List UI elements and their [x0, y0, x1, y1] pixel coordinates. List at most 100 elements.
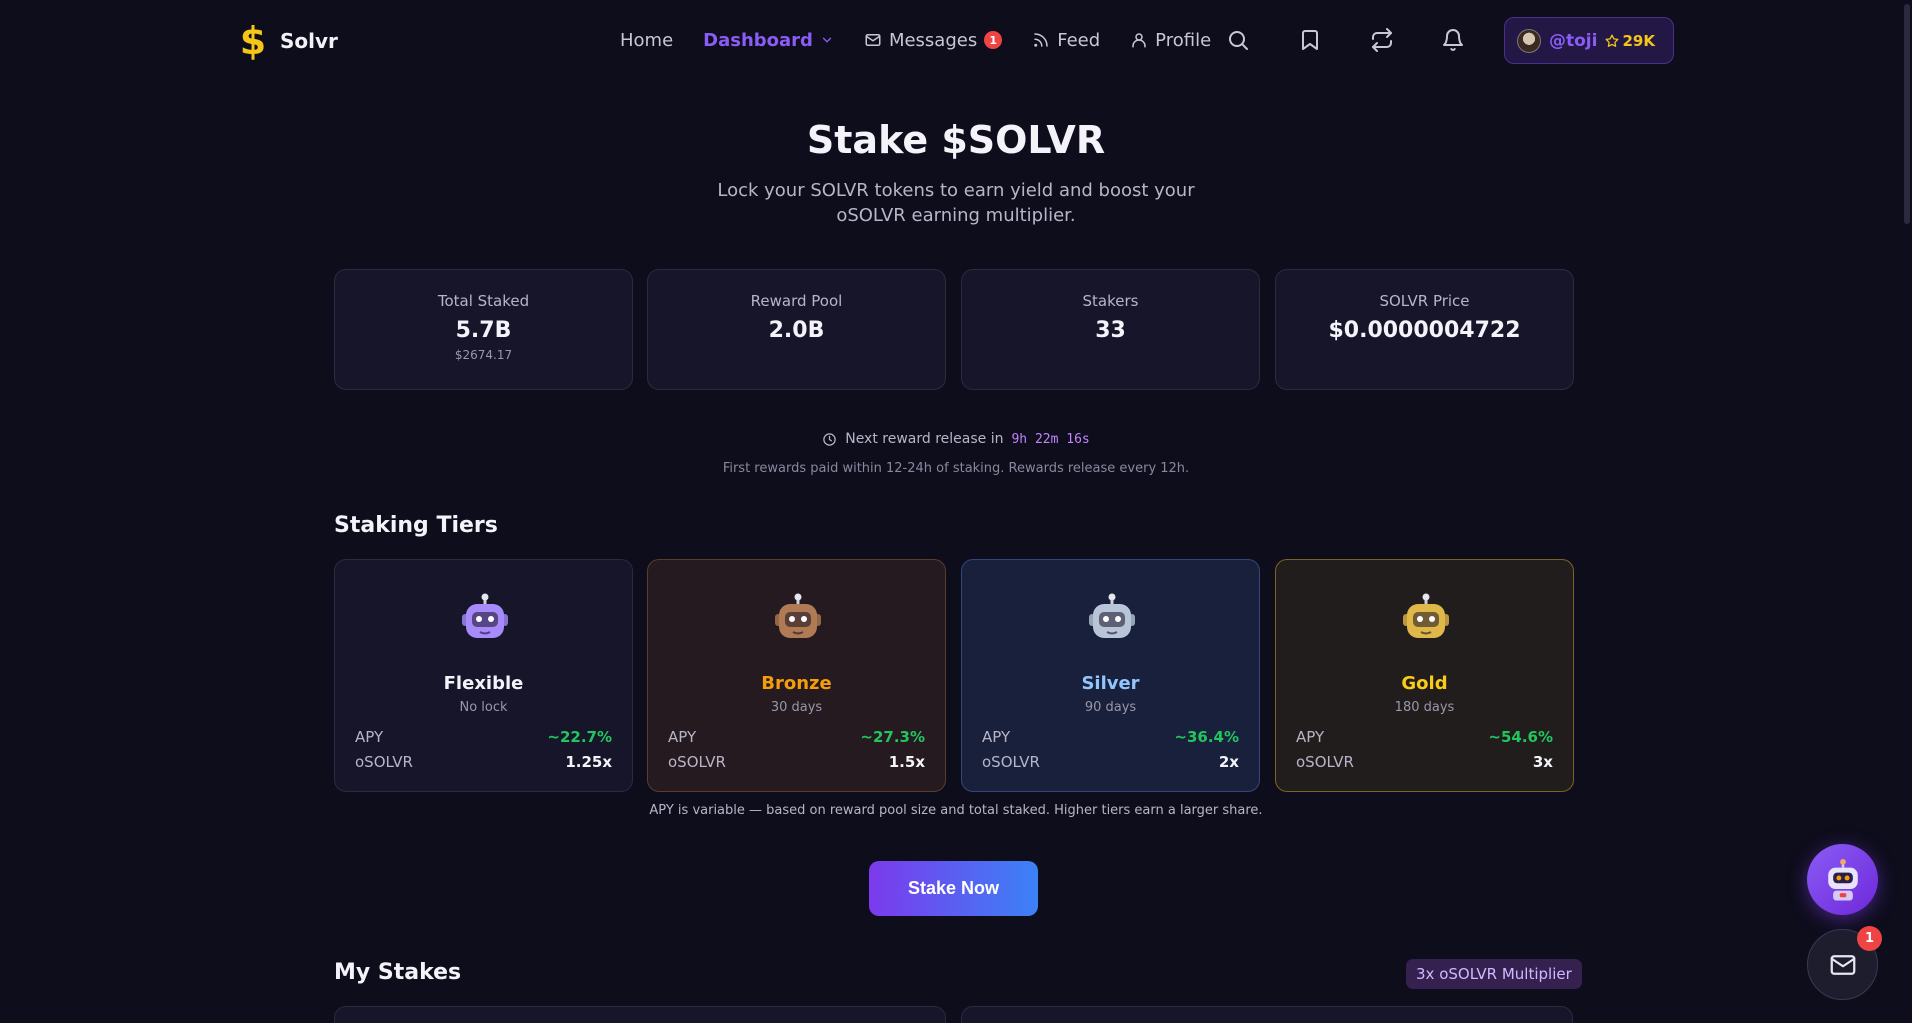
brand-logo[interactable]: $ Solvr	[238, 22, 338, 60]
robot-icon	[1827, 858, 1858, 901]
avatar	[1517, 28, 1541, 53]
tier-multiplier-value: 1.5x	[888, 753, 925, 771]
tier-multiplier-label: oSOLVR	[355, 753, 413, 771]
tier-card-silver[interactable]: Silver 90 days APY ~36.4% oSOLVR 2x	[961, 559, 1260, 792]
tier-multiplier-value: 2x	[1218, 753, 1239, 771]
mail-icon	[865, 34, 881, 46]
mail-icon	[1830, 954, 1855, 975]
tier-apy-label: APY	[1296, 728, 1325, 746]
tier-multiplier-label: oSOLVR	[1296, 753, 1354, 771]
repeat-icon	[1372, 28, 1392, 52]
tier-lock-period: 30 days	[770, 700, 823, 715]
tier-name: Gold	[1401, 673, 1448, 694]
tier-apy-row: APY ~22.7%	[355, 728, 612, 746]
nav-messages-label: Messages	[888, 29, 978, 51]
tier-apy-value: ~54.6%	[1488, 728, 1553, 746]
page-scrollbar[interactable]	[1902, 0, 1912, 1023]
tier-multiplier-row: oSOLVR 3x	[1296, 753, 1553, 771]
my-stakes-heading: My Stakes	[334, 960, 462, 985]
tier-card-bronze[interactable]: Bronze 30 days APY ~27.3% oSOLVR 1.5x	[647, 559, 946, 792]
tier-apy-value: ~36.4%	[1174, 728, 1239, 746]
messages-fab-badge: 1	[1857, 926, 1882, 951]
user-menu[interactable]: @toji 29K	[1504, 17, 1674, 64]
stat-total-staked: Total Staked 5.7B $2674.17	[334, 269, 633, 390]
tier-card-flexible[interactable]: Flexible No lock APY ~22.7% oSOLVR 1.25x	[334, 559, 633, 792]
nav-feed[interactable]: Feed	[1032, 30, 1100, 51]
swap-button[interactable]	[1370, 28, 1394, 52]
nav-messages[interactable]: Messages 1	[864, 29, 1003, 51]
tier-multiplier-row: oSOLVR 1.25x	[355, 753, 612, 771]
apy-note: APY is variable — based on reward pool s…	[649, 803, 1263, 818]
tier-multiplier-row: oSOLVR 1.5x	[668, 753, 925, 771]
nav-dashboard-label: Dashboard	[703, 29, 813, 51]
chevron-down-icon	[822, 37, 832, 43]
user-points: 29K	[1605, 32, 1655, 50]
reward-countdown: Next reward release in 9h 22m 16s	[0, 431, 1912, 447]
rss-icon	[1034, 33, 1048, 47]
tier-apy-row: APY ~27.3%	[668, 728, 925, 746]
tier-lock-period: 90 days	[1084, 700, 1137, 715]
bookmarks-button[interactable]	[1298, 28, 1322, 52]
scrollbar-thumb[interactable]	[1904, 4, 1910, 224]
reward-note: First rewards paid within 12-24h of stak…	[722, 461, 1190, 476]
tier-apy-label: APY	[982, 728, 1011, 746]
robot-icon	[1089, 593, 1135, 638]
stat-value: 2.0B	[768, 318, 825, 343]
stake-card[interactable]	[334, 1006, 946, 1023]
tier-apy-label: APY	[355, 728, 384, 746]
stat-stakers: Stakers 33	[961, 269, 1260, 390]
notifications-button[interactable]	[1441, 28, 1465, 52]
staking-tiers-heading: Staking Tiers	[334, 513, 498, 538]
tier-multiplier-row: oSOLVR 2x	[982, 753, 1239, 771]
bell-icon	[1443, 29, 1463, 51]
user-handle: @toji	[1549, 30, 1598, 51]
nav-home-label: Home	[620, 29, 674, 51]
page-title: Stake $SOLVR	[806, 118, 1106, 162]
tier-multiplier-label: oSOLVR	[982, 753, 1040, 771]
stake-now-button[interactable]: Stake Now	[869, 861, 1038, 916]
page-subtitle: Lock your SOLVR tokens to earn yield and…	[717, 180, 1195, 226]
messages-count-badge: 1	[984, 31, 1003, 49]
tier-lock-period: No lock	[459, 700, 508, 715]
tier-card-gold[interactable]: Gold 180 days APY ~54.6% oSOLVR 3x	[1275, 559, 1574, 792]
stat-subvalue: $2674.17	[454, 348, 513, 362]
user-points-value: 29K	[1622, 31, 1655, 50]
stat-value: $0.0000004722	[1328, 318, 1521, 343]
tier-multiplier-value: 1.25x	[565, 753, 612, 771]
tier-apy-label: APY	[668, 728, 697, 746]
stat-label: Stakers	[1082, 292, 1139, 310]
multiplier-badge: 3x oSOLVR Multiplier	[1406, 959, 1582, 989]
stat-value: 5.7B	[455, 318, 512, 343]
stat-label: Reward Pool	[750, 292, 843, 310]
nav-home[interactable]: Home	[620, 30, 673, 51]
nav-feed-label: Feed	[1057, 29, 1101, 51]
nav-profile[interactable]: Profile	[1130, 30, 1211, 51]
brand-name: Solvr	[280, 29, 338, 53]
tier-name: Flexible	[443, 673, 524, 694]
tier-apy-row: APY ~54.6%	[1296, 728, 1553, 746]
reward-countdown-timer: 9h 22m 16s	[1011, 431, 1090, 447]
tier-apy-row: APY ~36.4%	[982, 728, 1239, 746]
robot-icon	[462, 593, 508, 638]
stake-card[interactable]	[961, 1006, 1573, 1023]
search-button[interactable]	[1226, 28, 1250, 52]
tier-multiplier-value: 3x	[1532, 753, 1553, 771]
nav-profile-label: Profile	[1155, 29, 1212, 51]
tier-lock-period: 180 days	[1394, 700, 1455, 715]
robot-icon	[1403, 593, 1449, 638]
reward-countdown-label: Next reward release in	[845, 431, 1004, 447]
stat-label: Total Staked	[437, 292, 530, 310]
tier-name: Bronze	[761, 673, 832, 694]
nav-dashboard[interactable]: Dashboard	[703, 30, 834, 51]
stat-value: 33	[1095, 318, 1126, 343]
tier-multiplier-label: oSOLVR	[668, 753, 726, 771]
star-icon	[1605, 34, 1619, 47]
search-icon	[1229, 31, 1248, 50]
nav-links: Home Dashboard Messages 1 Feed Profile	[620, 24, 1241, 56]
top-navigation: $ Solvr Home Dashboard Messages 1 Feed P…	[0, 0, 1912, 80]
tier-apy-value: ~22.7%	[547, 728, 612, 746]
tier-name: Silver	[1081, 673, 1140, 694]
assistant-bot-button[interactable]	[1807, 844, 1878, 915]
clock-icon	[823, 432, 836, 446]
user-icon	[1132, 33, 1146, 48]
